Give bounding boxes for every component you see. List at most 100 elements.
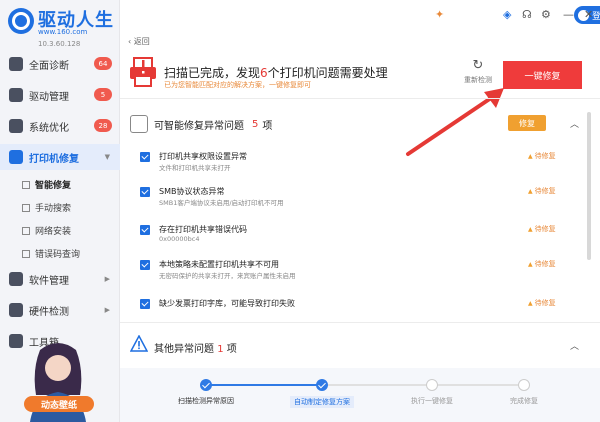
item-checkbox[interactable] [140, 152, 150, 162]
caret-right-icon: ▶ [104, 275, 110, 283]
headline-text: 个打印机问题需要处理 [267, 66, 388, 80]
step-label: 自动制定修复方案 [290, 396, 354, 408]
repair-button[interactable]: 修复 [508, 115, 546, 131]
sidebar-item-optimize[interactable]: 系统优化 28 [0, 113, 120, 139]
status-badge: 待修复 [528, 298, 556, 308]
status-badge: 待修复 [528, 151, 556, 161]
item-title: 打印机共享权限设置异常 [159, 152, 247, 161]
gear-icon[interactable]: ⚙ [541, 8, 551, 21]
step-dot [518, 379, 530, 391]
title-bar: ✦ 登录 ◈ ☊ ⚙ — ✕ [120, 0, 600, 30]
chip-icon [9, 303, 23, 317]
sidebar-item-label: 全面诊断 [29, 60, 69, 72]
promo-text: 动态壁纸 [41, 399, 77, 411]
step-line [322, 384, 518, 386]
promo-character-image[interactable]: 动态壁纸 [10, 340, 106, 422]
caret-down-icon: ▼ [104, 153, 110, 161]
rescan-button[interactable]: ↻ 重新检测 [462, 58, 494, 85]
app-version: 10.3.60.128 [38, 40, 81, 48]
step-dot [316, 379, 328, 391]
item-checkbox[interactable] [140, 187, 150, 197]
monitor-icon [9, 57, 23, 71]
step-dot [426, 379, 438, 391]
sidebar-item-hardware[interactable]: 硬件检测 ▶ [0, 297, 120, 323]
step-line [206, 384, 322, 386]
network-icon [22, 226, 30, 235]
problem-count: 6 [260, 66, 268, 80]
repair-list-panel: 可智能修复异常问题 5 项 修复 ︿ 打印机共享权限设置异常 文件和打印机共享未… [120, 99, 586, 321]
sidebar: 驱动人生 www.160.com 10.3.60.128 全面诊断 64 驱动管… [0, 0, 120, 422]
subitem-error-code[interactable]: 错误码查询 [22, 247, 80, 260]
app-logo-icon [8, 8, 34, 34]
subitem-label: 智能修复 [35, 181, 72, 191]
gift-icon[interactable]: ✦ [435, 8, 444, 21]
item-checkbox[interactable] [140, 260, 150, 270]
subitem-network-install[interactable]: 网络安装 [22, 224, 71, 237]
one-click-repair-button[interactable]: 一键修复 [503, 61, 582, 89]
sidebar-item-printer-repair[interactable]: 打印机修复 ▼ [0, 144, 120, 170]
sidebar-item-label: 系统优化 [29, 122, 69, 134]
item-desc: 文件和打印机共享未打开 [159, 164, 231, 172]
section-unit: 项 [226, 344, 237, 355]
item-title: 存在打印机共享错误代码 [159, 225, 247, 234]
item-checkbox[interactable] [140, 225, 150, 235]
subitem-smart-repair[interactable]: 智能修复 [22, 178, 71, 191]
scan-result-subline: 已为您智能匹配对应的解决方案，一键修复即可 [164, 81, 311, 89]
printer-icon [9, 150, 23, 164]
sidebar-item-software[interactable]: 软件管理 ▶ [0, 266, 120, 292]
back-link[interactable]: ‹ 返回 [128, 36, 150, 47]
count-badge: 28 [94, 119, 112, 132]
step-label: 执行一键修复 [411, 397, 453, 405]
item-desc: 无密码保护的共享未打开，来宾账户属性未启用 [159, 272, 296, 280]
shield-icon[interactable]: ◈ [503, 8, 511, 21]
sidebar-item-label: 软件管理 [29, 275, 69, 287]
subitem-label: 错误码查询 [35, 250, 81, 260]
section-title: 可智能修复异常问题 [154, 120, 244, 132]
sidebar-item-drivers[interactable]: 驱动管理 5 [0, 82, 120, 108]
section-count: 1 [217, 344, 224, 355]
status-badge: 待修复 [528, 186, 556, 196]
sidebar-item-diagnosis[interactable]: 全面诊断 64 [0, 51, 120, 77]
minimize-icon[interactable]: — [563, 8, 574, 21]
document-icon [22, 249, 30, 258]
headset-icon[interactable]: ☊ [522, 8, 532, 21]
chevron-up-icon[interactable]: ︿ [570, 339, 579, 352]
item-title: 本地策略未配置打印机共享不可用 [159, 260, 279, 269]
section-unit: 项 [262, 120, 273, 132]
sidebar-item-label: 驱动管理 [29, 91, 69, 103]
item-title: SMB协议状态异常 [159, 187, 225, 196]
item-checkbox[interactable] [140, 299, 150, 309]
subitem-manual-search[interactable]: 手动搜索 [22, 201, 71, 214]
warning-triangle-icon [130, 335, 148, 352]
printer-warning-icon [130, 57, 156, 87]
apps-icon [9, 272, 23, 286]
close-icon[interactable]: ✕ [584, 8, 593, 21]
step-label: 完成修复 [510, 397, 538, 405]
count-badge: 64 [94, 57, 112, 70]
item-desc: SMB1客户端协议未启用/启动打印机不可用 [159, 199, 284, 207]
sidebar-item-label: 硬件检测 [29, 306, 69, 318]
count-badge: 5 [94, 88, 112, 101]
scan-result-headline: 扫描已完成，发现6个打印机问题需要处理 [164, 64, 388, 81]
item-title: 缺少发票打印字库，可能导致打印失败 [159, 299, 295, 308]
section-header-smart-repair: 可智能修复异常问题 5 项 [130, 115, 272, 133]
section-other-issues[interactable]: 其他异常问题 1 项 ︿ [120, 322, 600, 368]
rocket-icon [9, 119, 23, 133]
caret-right-icon: ▶ [104, 306, 110, 314]
section-title-text: 其他异常问题 [154, 344, 214, 355]
status-badge: 待修复 [528, 224, 556, 234]
square-icon [22, 180, 30, 189]
chevron-up-icon[interactable]: ︿ [570, 117, 579, 130]
subitem-label: 手动搜索 [35, 204, 72, 214]
back-label: 返回 [133, 37, 150, 46]
refresh-icon: ↻ [472, 58, 484, 73]
subitem-label: 网络安装 [35, 227, 72, 237]
item-desc: 0x00000bc4 [159, 235, 200, 243]
gear-icon [9, 88, 23, 102]
scrollbar-thumb[interactable] [587, 112, 591, 260]
search-icon [22, 203, 30, 212]
section-count: 5 [252, 118, 259, 130]
status-badge: 待修复 [528, 259, 556, 269]
sidebar-item-label: 打印机修复 [29, 153, 79, 165]
section-title: 其他异常问题 1 项 [154, 340, 237, 355]
